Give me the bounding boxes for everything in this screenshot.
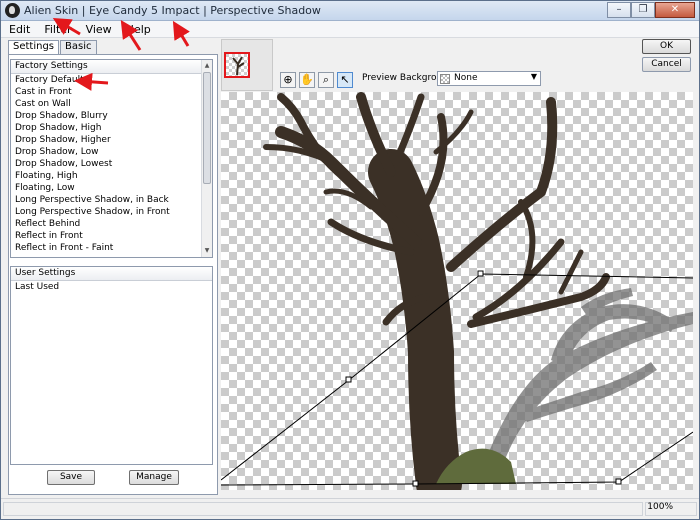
preview-background-select[interactable]: None ▼ — [437, 71, 541, 86]
status-message-area — [3, 502, 643, 516]
status-bar: 100% — [1, 498, 699, 519]
cancel-button[interactable]: Cancel — [642, 57, 691, 72]
user-settings-list[interactable]: User Settings Last Used — [10, 266, 213, 465]
list-item[interactable]: Cast on Wall — [11, 98, 212, 110]
user-settings-header: User Settings — [11, 267, 212, 281]
perspective-handle[interactable] — [412, 480, 419, 487]
zoom-level: 100% — [647, 502, 673, 512]
close-button[interactable]: ✕ — [655, 2, 695, 18]
list-item[interactable]: Factory Default — [11, 74, 212, 86]
tree — [263, 92, 610, 490]
menu-view[interactable]: View — [78, 21, 118, 37]
list-item[interactable]: Drop Shadow, Low — [11, 146, 212, 158]
tab-basic[interactable]: Basic — [60, 40, 97, 54]
list-item[interactable]: Long Perspective Shadow, in Front — [11, 206, 212, 218]
title-bar[interactable]: Alien Skin | Eye Candy 5 Impact | Perspe… — [1, 1, 699, 21]
preview-canvas[interactable] — [221, 92, 693, 490]
list-item[interactable]: Drop Shadow, Lowest — [11, 158, 212, 170]
list-item[interactable]: Drop Shadow, Higher — [11, 134, 212, 146]
list-item[interactable]: Reflect in Front — [11, 230, 212, 242]
factory-settings-list[interactable]: Factory Settings Factory Default Cast in… — [10, 59, 213, 258]
transparent-swatch-icon — [440, 74, 450, 84]
list-item[interactable]: Reflect Behind — [11, 218, 212, 230]
settings-tabs: Settings Basic — [8, 40, 98, 55]
preview-background-value: None — [454, 73, 478, 83]
menu-edit[interactable]: Edit — [1, 21, 36, 37]
navigator-viewport[interactable] — [224, 52, 250, 78]
scroll-down-icon[interactable]: ▼ — [202, 246, 212, 256]
tab-settings[interactable]: Settings — [8, 40, 60, 55]
list-item[interactable]: Drop Shadow, Blurry — [11, 110, 212, 122]
navigate-icon[interactable]: ⊕ — [280, 72, 296, 88]
minimize-button[interactable]: – — [607, 2, 631, 18]
perspective-handle[interactable] — [345, 376, 352, 383]
window-controls: – ❐ ✕ — [607, 2, 695, 18]
scroll-thumb[interactable] — [203, 72, 211, 184]
list-item[interactable]: Drop Shadow, High — [11, 122, 212, 134]
perspective-handle[interactable] — [477, 270, 484, 277]
navigator-thumbnail[interactable] — [221, 39, 273, 91]
menu-help[interactable]: Help — [118, 21, 157, 37]
chevron-down-icon: ▼ — [530, 72, 537, 81]
alien-skin-app-icon — [5, 3, 20, 18]
list-item[interactable]: Last Used — [11, 281, 212, 293]
thumbnail-tree-image — [232, 56, 245, 76]
list-item[interactable]: Floating, High — [11, 170, 212, 182]
menu-bar: Edit Filter View Help — [1, 21, 699, 38]
list-item[interactable]: Reflect in Front - Faint — [11, 242, 212, 254]
factory-settings-header: Factory Settings — [11, 60, 212, 74]
perspective-handle[interactable] — [615, 478, 622, 485]
factory-settings-scrollbar[interactable]: ▲ ▼ — [201, 60, 212, 257]
ok-button[interactable]: OK — [642, 39, 691, 54]
manage-button[interactable]: Manage — [129, 470, 179, 485]
zoom-icon[interactable]: ⌕ — [318, 72, 334, 88]
app-window: Alien Skin | Eye Candy 5 Impact | Perspe… — [0, 0, 700, 520]
pan-hand-icon[interactable]: ✋ — [299, 72, 315, 88]
scroll-up-icon[interactable]: ▲ — [202, 61, 212, 71]
restore-button[interactable]: ❐ — [631, 2, 655, 18]
pointer-icon[interactable]: ↖ — [337, 72, 353, 88]
window-title: Alien Skin | Eye Candy 5 Impact | Perspe… — [24, 4, 321, 17]
list-item[interactable]: Long Perspective Shadow, in Back — [11, 194, 212, 206]
list-item[interactable]: Cast in Front — [11, 86, 212, 98]
menu-filter[interactable]: Filter — [36, 21, 77, 37]
save-button[interactable]: Save — [47, 470, 95, 485]
list-item[interactable]: Floating, Low — [11, 182, 212, 194]
preview-image — [221, 92, 693, 490]
